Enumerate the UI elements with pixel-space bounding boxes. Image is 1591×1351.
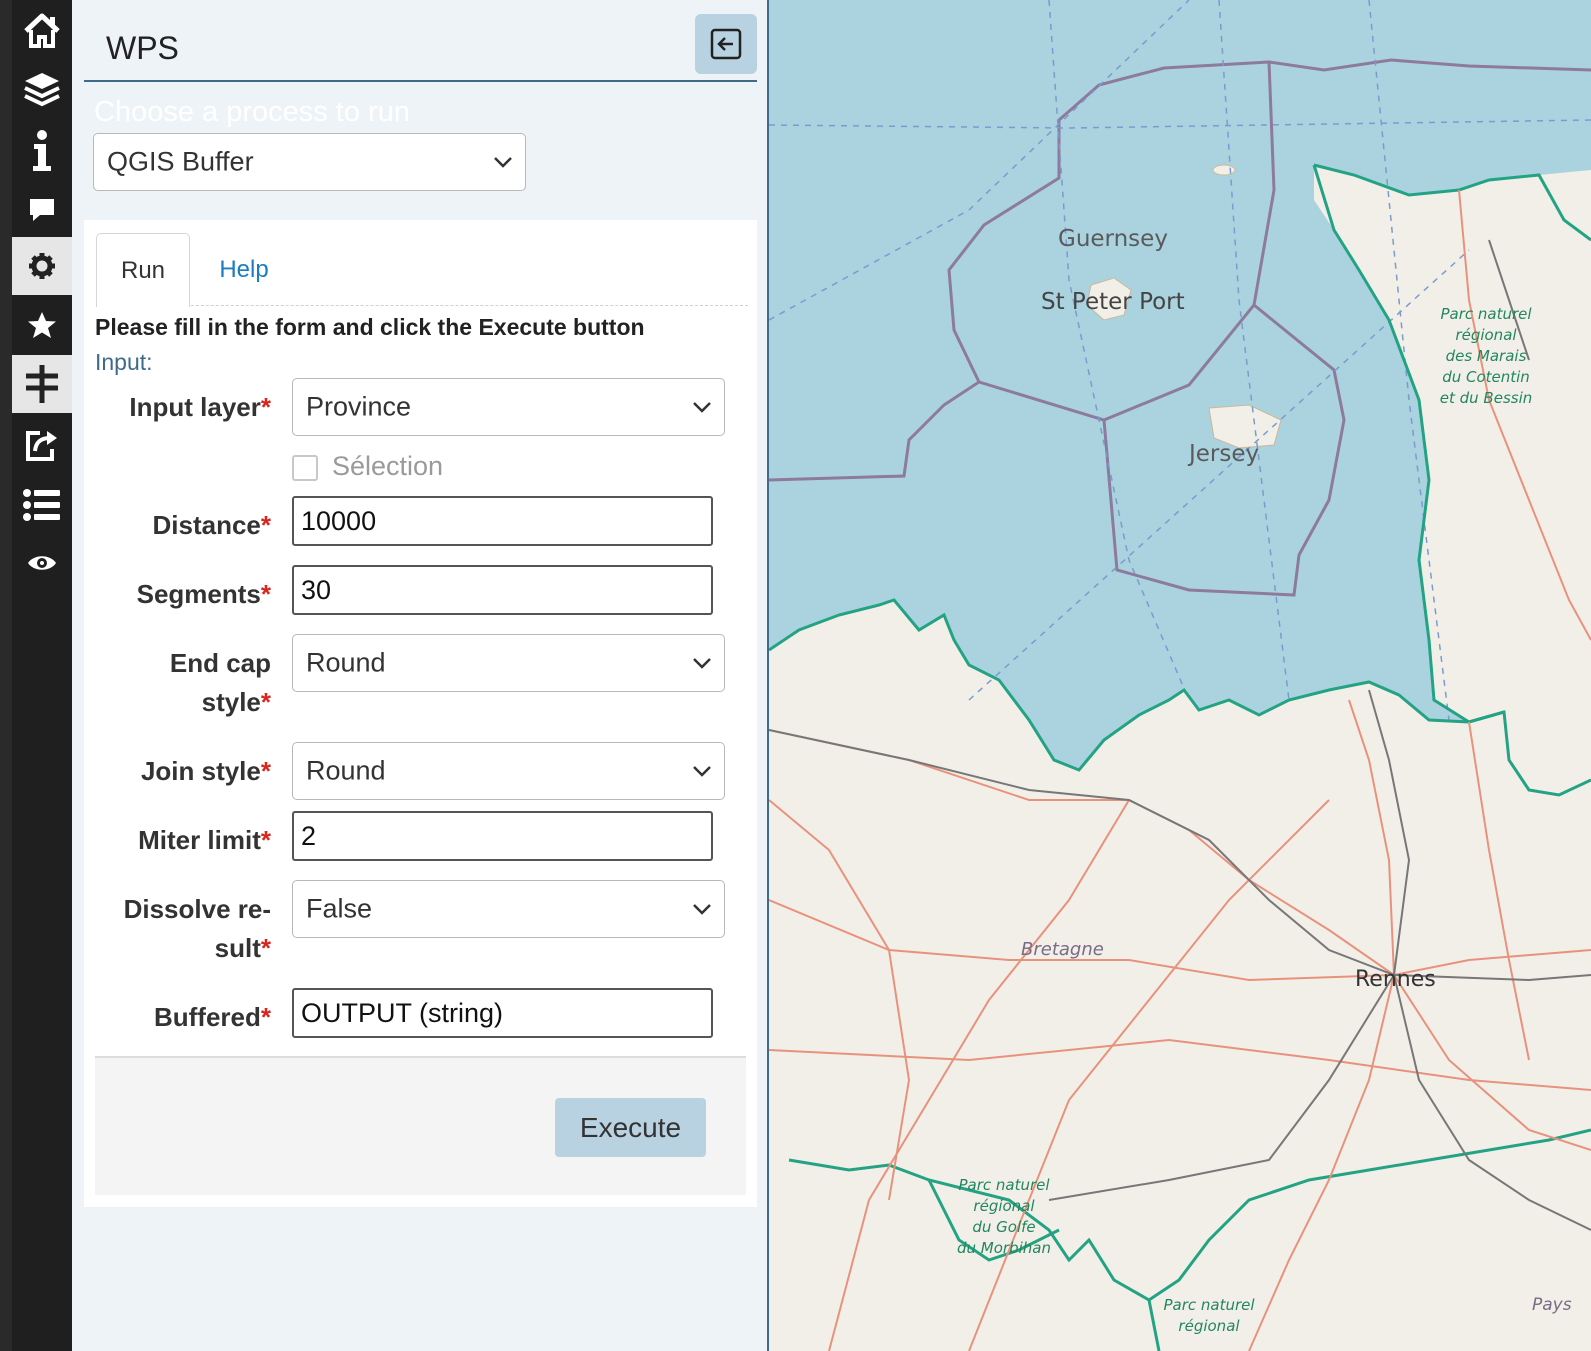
form-instructions: Please fill in the form and click the Ex… — [95, 314, 645, 340]
choose-process-label: Choose a process to run — [94, 96, 410, 128]
tab-help[interactable]: Help — [202, 233, 286, 307]
execute-button[interactable]: Execute — [555, 1098, 706, 1157]
form-card: Run Help Please fill in the form and cli… — [84, 220, 757, 1207]
join-style-label: Join style* — [140, 756, 271, 786]
chevron-down-icon — [693, 402, 711, 413]
form-footer: Execute — [95, 1056, 746, 1195]
chevron-down-icon — [693, 904, 711, 915]
map-label-parc-cotentin: Parc naturel régional des Marais du Cote… — [1439, 305, 1533, 407]
settings-button[interactable] — [12, 237, 72, 295]
map-label-jersey: Jersey — [1189, 441, 1260, 467]
home-button[interactable] — [12, 2, 72, 60]
miter-limit-label: Miter limit* — [138, 825, 271, 855]
input-layer-label: Input layer* — [129, 392, 271, 422]
map-label-guernsey: Guernsey — [1058, 226, 1168, 252]
chevron-down-icon — [494, 157, 512, 168]
layers-icon — [24, 73, 60, 107]
visibility-button[interactable] — [12, 534, 72, 592]
distance-label: Distance* — [152, 510, 271, 540]
input-layer-select[interactable]: Province — [292, 378, 725, 436]
left-toolbar — [12, 0, 72, 1351]
sark-island — [1212, 164, 1236, 176]
eye-icon — [28, 556, 56, 570]
end-cap-style-label: End cap style* — [169, 648, 271, 717]
buffered-label: Buffered* — [153, 1002, 271, 1032]
tab-run[interactable]: Run — [96, 233, 190, 307]
map-label-st-peter-port: St Peter Port — [1041, 289, 1185, 315]
star-icon — [28, 312, 56, 338]
collapse-panel-button[interactable] — [695, 14, 757, 74]
process-select-value: QGIS Buffer — [107, 146, 254, 177]
home-icon — [24, 13, 60, 48]
map-view[interactable]: Guernsey St Peter Port Jersey Parc natur… — [769, 0, 1591, 1351]
map-label-bretagne: Bretagne — [1021, 939, 1104, 960]
processing-icon — [26, 365, 58, 403]
wps-panel: WPS Choose a process to run QGIS Buffer … — [72, 0, 769, 1351]
chevron-down-icon — [693, 658, 711, 669]
chevron-down-icon — [693, 766, 711, 777]
process-select[interactable]: QGIS Buffer — [93, 133, 526, 191]
panel-header: WPS — [84, 12, 757, 82]
selection-checkbox[interactable] — [292, 455, 318, 481]
distance-input[interactable]: 10000 — [292, 496, 713, 546]
buffered-input[interactable]: OUTPUT (string) — [292, 988, 713, 1038]
selection-checkbox-label: Sélection — [332, 451, 444, 481]
arrow-left-icon — [710, 28, 742, 60]
comment-icon — [30, 199, 54, 221]
panel-title: WPS — [106, 30, 179, 66]
comment-button[interactable] — [12, 180, 72, 238]
dissolve-result-value: False — [306, 893, 373, 924]
app-root: { "panel": { "title": "WPS", "choose_lab… — [0, 0, 1591, 1351]
map-label-parc-bottom: Parc naturel régional — [1163, 1296, 1255, 1335]
miter-limit-input[interactable]: 2 — [292, 811, 713, 861]
join-style-value: Round — [306, 755, 386, 786]
dissolve-result-select[interactable]: False — [292, 880, 725, 938]
end-cap-style-value: Round — [306, 647, 386, 678]
gear-icon — [29, 253, 55, 279]
processing-button[interactable] — [12, 355, 72, 413]
list-icon — [23, 489, 60, 521]
background-edge — [0, 0, 12, 1351]
tabs-divider — [96, 305, 748, 306]
favorites-button[interactable] — [12, 296, 72, 354]
info-icon — [33, 130, 51, 171]
input-heading: Input: — [95, 349, 153, 375]
share-icon — [26, 431, 57, 461]
layers-button[interactable] — [12, 60, 72, 118]
map-label-parc-morbihan: Parc naturel régional du Golfe du Morbih… — [957, 1176, 1051, 1257]
info-button[interactable] — [12, 122, 72, 180]
list-button[interactable] — [12, 476, 72, 534]
end-cap-style-select[interactable]: Round — [292, 634, 725, 692]
map-label-pays: Pays — [1532, 1295, 1572, 1315]
dissolve-result-label: Dissolve re-sult* — [123, 894, 271, 963]
segments-input[interactable]: 30 — [292, 565, 713, 615]
map-label-rennes: Rennes — [1355, 967, 1436, 992]
segments-label: Segments* — [136, 579, 271, 609]
map-canvas — [769, 0, 1591, 1351]
share-button[interactable] — [12, 416, 72, 474]
join-style-select[interactable]: Round — [292, 742, 725, 800]
input-layer-value: Province — [306, 391, 412, 422]
